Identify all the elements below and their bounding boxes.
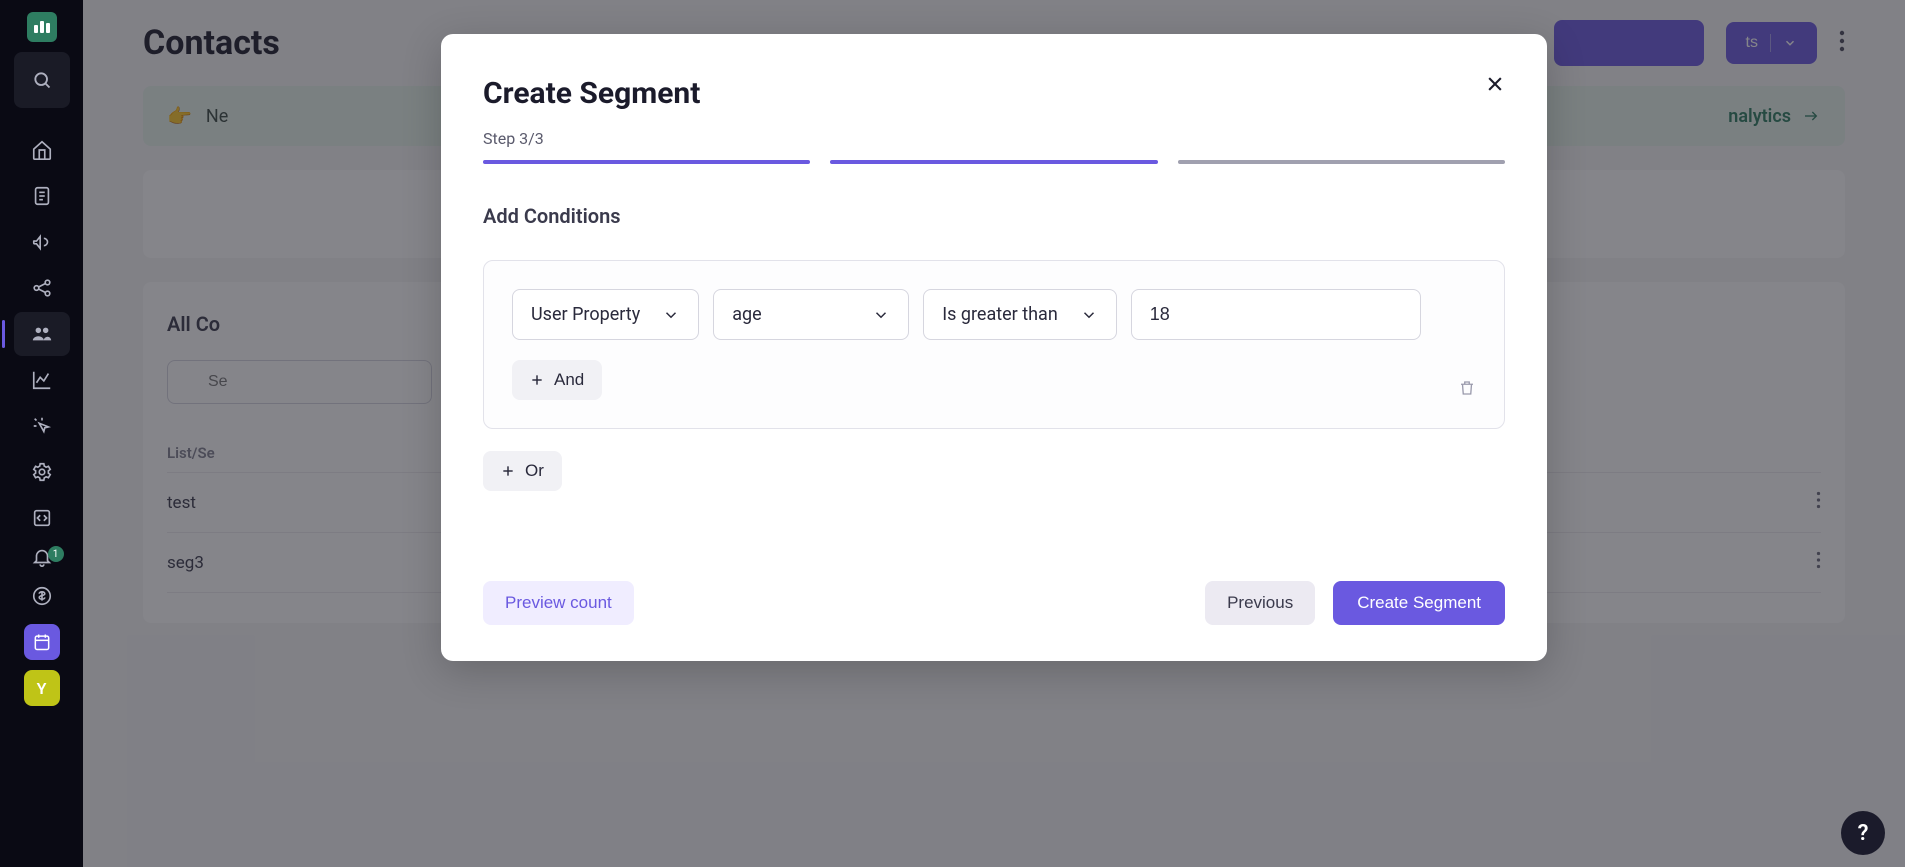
condition-property-value: age bbox=[732, 304, 761, 325]
plus-icon bbox=[530, 373, 544, 387]
main-content: Contacts ts 👉 Ne nalytics bbox=[83, 0, 1905, 867]
code-icon bbox=[31, 507, 53, 529]
nav-contacts[interactable] bbox=[14, 312, 70, 356]
nav-campaigns[interactable] bbox=[14, 220, 70, 264]
cursor-click-icon bbox=[31, 415, 53, 437]
or-label: Or bbox=[525, 461, 544, 481]
chevron-down-icon bbox=[872, 306, 890, 324]
nav-billing[interactable] bbox=[14, 574, 70, 618]
and-label: And bbox=[554, 370, 584, 390]
share-icon bbox=[31, 277, 53, 299]
notification-badge: 1 bbox=[48, 546, 64, 562]
progress-indicator bbox=[483, 160, 1505, 164]
nav-calendar[interactable] bbox=[14, 620, 70, 664]
chevron-down-icon bbox=[662, 306, 680, 324]
add-and-button[interactable]: And bbox=[512, 360, 602, 400]
modal-title: Create Segment bbox=[483, 76, 1505, 111]
calendar-icon bbox=[24, 624, 60, 660]
nav-analytics[interactable] bbox=[14, 358, 70, 402]
progress-step-1 bbox=[483, 160, 810, 164]
step-label: Step 3/3 bbox=[483, 129, 1505, 148]
nav-home[interactable] bbox=[14, 128, 70, 172]
condition-operator-value: Is greater than bbox=[942, 304, 1058, 325]
add-or-button[interactable]: Or bbox=[483, 451, 562, 491]
gear-icon bbox=[31, 461, 53, 483]
nav-group: 1 Y bbox=[0, 128, 83, 710]
preview-count-button[interactable]: Preview count bbox=[483, 581, 634, 625]
app-logo bbox=[27, 12, 57, 42]
create-segment-button[interactable]: Create Segment bbox=[1333, 581, 1505, 625]
nav-embed[interactable] bbox=[14, 496, 70, 540]
plus-icon bbox=[501, 464, 515, 478]
section-title: Add Conditions bbox=[483, 204, 1505, 228]
home-icon bbox=[31, 139, 53, 161]
search-icon bbox=[32, 70, 52, 90]
chevron-down-icon bbox=[1080, 306, 1098, 324]
condition-type-select[interactable]: User Property bbox=[512, 289, 699, 340]
condition-operator-select[interactable]: Is greater than bbox=[923, 289, 1117, 340]
nav-notifications[interactable]: 1 bbox=[14, 542, 70, 572]
delete-condition-button[interactable] bbox=[1458, 378, 1476, 402]
modal-overlay[interactable]: Create Segment Step 3/3 Add Conditions U… bbox=[83, 0, 1905, 867]
condition-type-value: User Property bbox=[531, 304, 640, 325]
notes-icon bbox=[31, 185, 53, 207]
chart-icon bbox=[31, 369, 53, 391]
workspace-avatar: Y bbox=[24, 670, 60, 706]
nav-automation[interactable] bbox=[14, 404, 70, 448]
condition-property-select[interactable]: age bbox=[713, 289, 909, 340]
help-button[interactable]: ? bbox=[1841, 811, 1885, 855]
dollar-icon bbox=[31, 585, 53, 607]
condition-group: User Property age Is greater than bbox=[483, 260, 1505, 429]
megaphone-icon bbox=[31, 231, 53, 253]
sidebar: 1 Y bbox=[0, 0, 83, 867]
progress-step-3 bbox=[1178, 160, 1505, 164]
close-icon bbox=[1485, 74, 1505, 94]
nav-workspace[interactable]: Y bbox=[14, 666, 70, 710]
close-button[interactable] bbox=[1485, 74, 1505, 98]
nav-share[interactable] bbox=[14, 266, 70, 310]
create-segment-modal: Create Segment Step 3/3 Add Conditions U… bbox=[441, 34, 1547, 661]
previous-button[interactable]: Previous bbox=[1205, 581, 1315, 625]
search-button[interactable] bbox=[14, 52, 70, 108]
nav-settings[interactable] bbox=[14, 450, 70, 494]
trash-icon bbox=[1458, 378, 1476, 398]
people-icon bbox=[29, 323, 55, 345]
condition-value-input[interactable] bbox=[1131, 289, 1421, 340]
nav-notes[interactable] bbox=[14, 174, 70, 218]
progress-step-2 bbox=[830, 160, 1157, 164]
